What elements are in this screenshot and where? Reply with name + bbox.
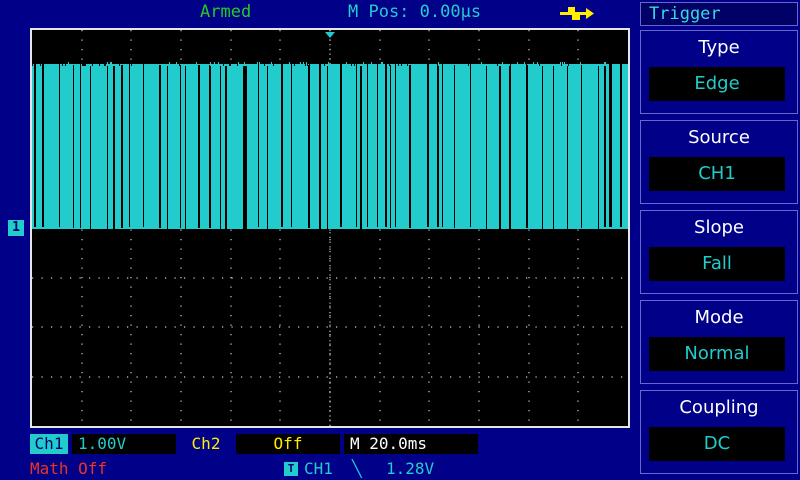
- menu-item-type-value: Edge: [649, 67, 785, 101]
- menu-item-type[interactable]: Type Edge: [640, 30, 798, 114]
- main-position-label: M Pos:: [348, 2, 410, 22]
- channel1-marker-icon[interactable]: 1: [8, 220, 24, 236]
- menu-item-coupling-label: Coupling: [679, 397, 759, 418]
- menu-item-mode-label: Mode: [694, 307, 744, 328]
- menu-item-coupling-value: DC: [649, 427, 785, 461]
- main-position: M Pos: 0.00µs: [348, 0, 481, 26]
- trigger-source: CH1: [304, 459, 333, 478]
- waveform-svg: [32, 30, 628, 426]
- menu-item-coupling[interactable]: Coupling DC: [640, 390, 798, 474]
- trigger-icon: T: [284, 462, 298, 476]
- menu-item-slope-label: Slope: [694, 217, 744, 238]
- menu-item-source-label: Source: [688, 127, 750, 148]
- trigger-status: Armed: [200, 2, 252, 22]
- menu-item-mode-value: Normal: [649, 337, 785, 371]
- falling-edge-icon: ╲: [352, 459, 362, 478]
- menu-item-source-value: CH1: [649, 157, 785, 191]
- menu-item-slope[interactable]: Slope Fall: [640, 210, 798, 294]
- menu-item-mode[interactable]: Mode Normal: [640, 300, 798, 384]
- waveform-display[interactable]: [30, 28, 630, 428]
- usb-icon: [560, 6, 594, 26]
- timebase: M 20.0ms: [344, 434, 478, 454]
- trigger-level: 1.28V: [386, 459, 435, 478]
- menu-item-slope-value: Fall: [649, 247, 785, 281]
- ch1-scale: 1.00V: [72, 434, 176, 454]
- ch1-waveform: [32, 62, 628, 229]
- main-position-value: 0.00µs: [419, 2, 482, 22]
- menu-item-source[interactable]: Source CH1: [640, 120, 798, 204]
- ch1-label[interactable]: Ch1: [30, 434, 68, 454]
- trigger-position-icon: [325, 32, 335, 38]
- math-status: Math Off: [30, 459, 108, 478]
- menu-title: Trigger: [640, 2, 798, 26]
- ch2-label[interactable]: Ch2: [180, 434, 232, 454]
- ch2-scale: Off: [236, 434, 340, 454]
- menu-item-type-label: Type: [698, 37, 740, 58]
